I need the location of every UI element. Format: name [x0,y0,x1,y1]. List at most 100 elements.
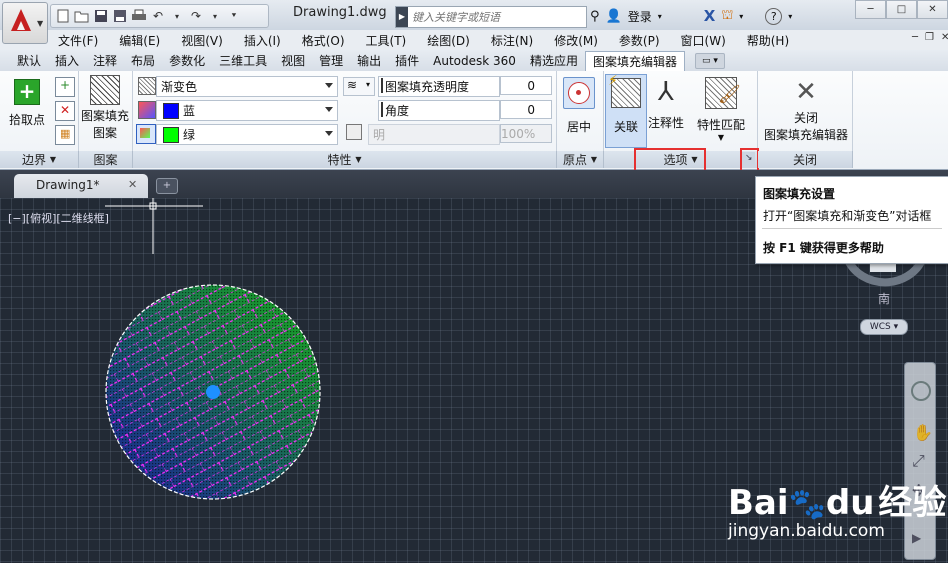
select-objects-icon[interactable]: + [55,77,75,97]
menu-item-tools[interactable]: 工具(T) [366,32,407,49]
hatch-type-dropdown[interactable]: 渐变色 [156,76,338,97]
restore-icon[interactable]: ❐ [925,32,934,43]
match-properties-button[interactable]: 🖌 特性匹配 ▼ [694,77,748,142]
new-tab-plus-icon[interactable]: + [156,178,178,194]
tab-parametric[interactable]: 参数化 [162,51,212,71]
search-field[interactable]: ▶ [395,6,587,28]
close-icon[interactable]: ✕ [941,32,948,43]
panel-title-origin[interactable]: 原点 ▼ [557,151,604,168]
set-origin-center-button[interactable]: 居中 [560,77,598,135]
tab-insert[interactable]: 插入 [48,51,86,71]
angle-value-field[interactable]: 0 [500,100,552,119]
menu-item-modify[interactable]: 修改(M) [554,32,598,49]
chevron-down-icon[interactable]: ▾ [739,12,743,21]
menu-item-parametric[interactable]: 参数(P) [619,32,660,49]
associative-icon: ⚡ [608,73,641,108]
save-as-icon[interactable] [112,8,128,24]
tab-annotate[interactable]: 注释 [86,51,124,71]
tab-hatch-editor[interactable]: 图案填充编辑器 [584,51,685,71]
menu-item-draw[interactable]: 绘图(D) [427,32,470,49]
tooltip-title: 图案填充设置 [763,187,836,201]
viewport-controls-label[interactable]: [−][俯视][二维线框] [8,210,109,226]
annotative-button[interactable]: ⅄ 注释性 [646,77,686,131]
center-grip[interactable] [206,385,220,399]
new-icon[interactable] [55,8,71,24]
exchange-x-icon[interactable]: X [704,7,716,25]
tab-autodesk-360[interactable]: Autodesk 360 [426,51,523,71]
panel-title-properties[interactable]: 特性 ▼ [133,151,557,168]
undo-icon[interactable]: ↶ [150,8,166,24]
tab-manage[interactable]: 管理 [312,51,350,71]
help-icon[interactable]: ? [765,7,783,25]
steering-wheel-icon[interactable] [911,381,931,401]
tab-plugins[interactable]: 插件 [388,51,426,71]
pan-hand-icon[interactable]: ✋ [913,423,933,442]
dropdown-icon[interactable]: ▾ [169,8,185,24]
customize-toolbar-icon[interactable]: ⯆ [226,8,242,24]
transparency-type-dropdown[interactable]: ≋ ▾ [343,77,375,96]
properties-panel-label: 特性 [327,153,352,167]
pick-points-button[interactable]: + 拾取点 [6,79,48,128]
open-icon[interactable] [74,8,90,24]
search-input[interactable] [410,8,586,26]
recreate-boundary-icon[interactable]: ▦ [55,125,75,145]
expand-arrow-icon[interactable]: ▶ [396,7,408,27]
tab-3d-tools[interactable]: 三维工具 [212,51,274,71]
menu-item-help[interactable]: 帮助(H) [747,32,789,49]
menu-item-view[interactable]: 视图(V) [181,32,223,49]
showmotion-icon[interactable]: ▶ [912,531,921,545]
gradient-color2-toggle-icon[interactable] [136,124,156,144]
launcher-highlight-box [740,148,759,172]
viewcube-south-label[interactable]: 南 [878,290,890,307]
tooltip-description: 打开“图案填充和渐变色”对话框 [763,209,932,223]
close-icon[interactable]: ✕ [917,0,948,19]
angle-slider[interactable]: 角度 [378,100,500,121]
binoculars-icon[interactable]: ⚲ [590,9,600,24]
tab-view[interactable]: 视图 [274,51,312,71]
stay-connected-icon[interactable]: ⛫ [721,8,733,25]
tint-shade-icon[interactable] [346,124,362,140]
application-menu-button[interactable]: ▼ [2,2,48,44]
close-hatch-editor-button[interactable]: ✕ 关闭 图案填充编辑器 [762,77,850,143]
wcs-menu-button[interactable]: WCS ▾ [860,319,908,335]
tab-featured-apps[interactable]: 精选应用 [523,51,585,71]
menu-item-edit[interactable]: 编辑(E) [119,32,160,49]
menu-item-format[interactable]: 格式(O) [302,32,345,49]
menu-item-file[interactable]: 文件(F) [58,32,98,49]
print-icon[interactable] [131,8,147,24]
redo-icon[interactable]: ↷ [188,8,204,24]
maximize-icon[interactable]: □ [886,0,917,19]
gradient-color2-dropdown[interactable]: 绿 [156,124,338,145]
chevron-down-icon[interactable]: ▾ [788,12,792,21]
tab-layout[interactable]: 布局 [124,51,162,71]
ribbon-display-toggle[interactable]: ▭ ▾ [694,52,725,69]
save-icon[interactable] [93,8,109,24]
chevron-down-icon: ▼ [49,155,56,164]
add-plus-icon: + [14,79,40,105]
transparency-value-field[interactable]: 0 [500,76,552,95]
zoom-extents-icon[interactable]: ⤢ [912,451,925,471]
pattern-panel-label: 图案 [93,153,118,167]
hatched-gradient-circle[interactable] [104,283,324,503]
associative-button[interactable]: ⚡ 关联 [605,73,647,148]
document-window-controls: ─ ❐ ✕ [912,32,948,43]
menu-item-window[interactable]: 窗口(W) [681,32,726,49]
tab-output[interactable]: 输出 [350,51,388,71]
hatch-pattern-button[interactable]: 图案填充 图案 [80,75,130,141]
login-label[interactable]: 登录 [628,8,652,25]
transparency-slider[interactable]: 图案填充透明度 [378,76,500,97]
chevron-down-icon[interactable]: ▾ [658,12,662,21]
dropdown-icon[interactable]: ▾ [207,8,223,24]
document-tab[interactable]: Drawing1* ✕ [14,174,148,198]
menu-item-insert[interactable]: 插入(I) [244,32,281,49]
tab-home[interactable]: 默认 [10,51,48,71]
menu-item-dimension[interactable]: 标注(N) [491,32,533,49]
minimize-icon[interactable]: ─ [855,0,886,19]
panel-title-boundary[interactable]: 边界 ▼ [0,151,79,168]
minimize-icon[interactable]: ─ [912,32,918,43]
close-icon[interactable]: ✕ [128,178,137,191]
remove-boundary-icon[interactable]: ✕ [55,101,75,121]
gradient-color1-dropdown[interactable]: 蓝 [156,100,338,121]
color1-swatch [163,102,179,119]
user-icon[interactable]: 👤 [606,9,622,24]
